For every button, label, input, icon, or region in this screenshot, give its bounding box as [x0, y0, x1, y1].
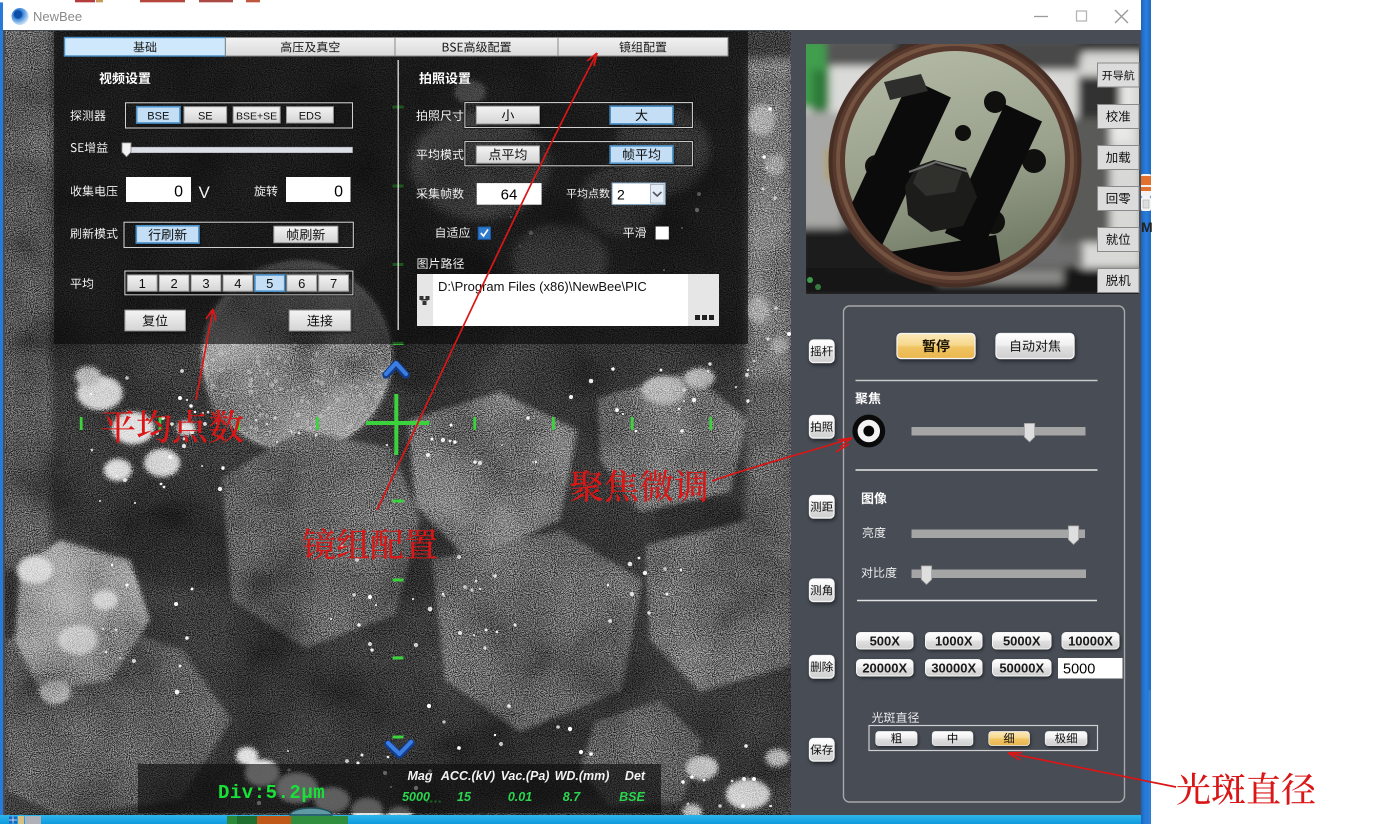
svg-text:D:\Program Files (x86)\NewBee\: D:\Program Files (x86)\NewBee\PIC: [438, 279, 647, 294]
svg-text:M: M: [1141, 219, 1153, 235]
svg-text:V: V: [199, 183, 211, 202]
svg-text:2: 2: [170, 276, 177, 291]
svg-text:0: 0: [334, 184, 343, 201]
svg-text:64: 64: [501, 187, 518, 204]
svg-text:1000X: 1000X: [935, 633, 973, 648]
svg-text:Vac.(Pa): Vac.(Pa): [501, 769, 550, 783]
svg-text:Mag: Mag: [408, 769, 433, 783]
svg-text:5: 5: [266, 276, 273, 291]
svg-text:SE: SE: [198, 111, 213, 123]
svg-text:5000: 5000: [1063, 662, 1095, 678]
svg-text:5000X: 5000X: [1003, 633, 1041, 648]
svg-text:1: 1: [139, 276, 146, 291]
svg-text:5000: 5000: [402, 790, 430, 804]
svg-text:Det: Det: [625, 769, 646, 783]
svg-text:500X: 500X: [870, 633, 901, 648]
svg-text:30000X: 30000X: [931, 660, 976, 675]
svg-text:EDS: EDS: [299, 111, 322, 123]
svg-text:50000X: 50000X: [999, 660, 1044, 675]
svg-text:8.7: 8.7: [563, 790, 581, 804]
svg-text:Div:5.2μm: Div:5.2μm: [218, 782, 325, 804]
svg-text:BSE: BSE: [619, 790, 645, 804]
svg-text:BSE: BSE: [147, 111, 169, 123]
svg-text:ACC.(kV): ACC.(kV): [440, 769, 495, 783]
svg-text:10000X: 10000X: [1068, 633, 1113, 648]
svg-text:WD.(mm): WD.(mm): [555, 769, 610, 783]
svg-text:7: 7: [330, 276, 337, 291]
svg-text:15: 15: [457, 790, 472, 804]
svg-text:2: 2: [617, 187, 625, 203]
svg-text:BSE+SE: BSE+SE: [236, 111, 277, 123]
svg-text:0.01: 0.01: [508, 790, 532, 804]
svg-text:4: 4: [234, 276, 241, 291]
svg-text:3: 3: [202, 276, 209, 291]
svg-text:0: 0: [174, 184, 183, 201]
svg-text:6: 6: [298, 276, 305, 291]
svg-text:20000X: 20000X: [862, 660, 907, 675]
svg-text:NewBee: NewBee: [33, 9, 82, 24]
